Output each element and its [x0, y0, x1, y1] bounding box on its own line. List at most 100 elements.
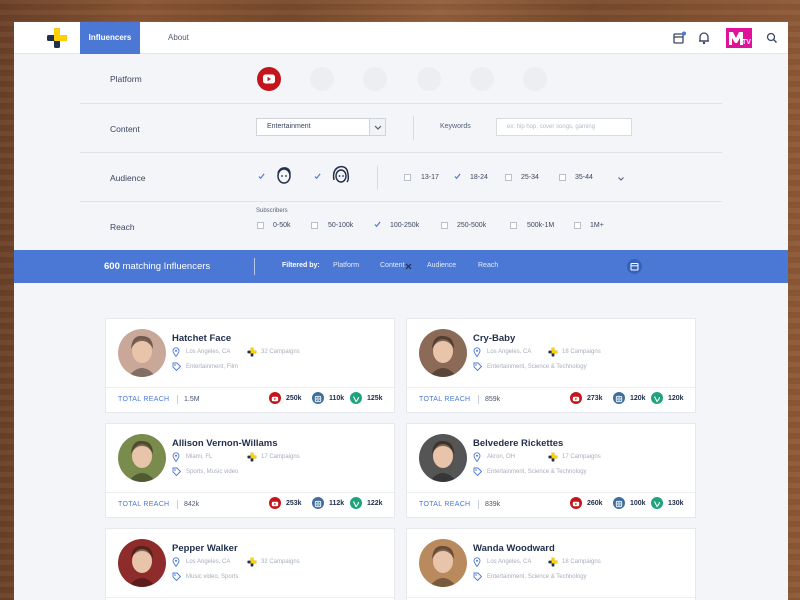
close-icon[interactable]: [405, 263, 412, 270]
youtube-reach: 253k: [286, 500, 302, 507]
campaigns-logo-icon: [548, 452, 558, 462]
reach-100-250k-label: 100-250k: [390, 222, 420, 229]
divider: [177, 395, 178, 404]
app-window: Influencers About TV Platform Content En…: [14, 22, 788, 600]
influencer-name[interactable]: Pepper Walker: [172, 543, 238, 554]
influencer-name[interactable]: Allison Vernon-Willams: [172, 438, 278, 449]
search-icon[interactable]: [765, 31, 779, 45]
influencer-campaigns: 17 Campaigns: [261, 454, 300, 460]
location-pin-icon: [172, 347, 180, 357]
bell-icon[interactable]: [697, 31, 711, 45]
mtv-logo[interactable]: TV: [726, 28, 752, 48]
calendar-icon: [630, 263, 639, 271]
audience-label: Audience: [110, 173, 146, 183]
chevron-down-icon[interactable]: [617, 175, 625, 183]
instagram-icon: [613, 497, 625, 509]
influencer-location: Miami, FL: [186, 454, 213, 460]
filter-chip-reach[interactable]: Reach: [478, 262, 498, 269]
campaigns-logo-icon: [548, 557, 558, 567]
avatar: [419, 434, 467, 482]
results-count-suffix: matching Influencers: [122, 261, 211, 272]
tag-icon: [172, 467, 181, 476]
influencer-campaigns: 18 Campaigns: [562, 559, 601, 565]
female-face-icon[interactable]: [331, 164, 351, 186]
vine-icon: [350, 497, 362, 509]
reach-0-50k-label: 0-50k: [273, 222, 291, 229]
influencer-card[interactable]: Cry-Baby Los Angeles, CA 18 Campaigns En…: [406, 318, 696, 413]
calendar-button[interactable]: [627, 259, 642, 274]
influencer-name[interactable]: Cry-Baby: [473, 333, 515, 344]
reach-250-500k-label: 250-500k: [457, 222, 487, 229]
reach-1m-plus-checkbox[interactable]: [574, 222, 581, 229]
influencer-card[interactable]: Hatchet Face Los Angeles, CA 32 Campaign…: [105, 318, 395, 413]
instagram-platform-icon[interactable]: [417, 67, 441, 91]
card-divider: [106, 492, 394, 493]
reach-0-50k-checkbox[interactable]: [257, 222, 264, 229]
instagram-icon: [613, 392, 625, 404]
influencer-card[interactable]: Wanda Woodward Los Angeles, CA 18 Campai…: [406, 528, 696, 600]
location-pin-icon: [172, 557, 180, 567]
influencer-card[interactable]: Allison Vernon-Willams Miami, FL 17 Camp…: [105, 423, 395, 518]
age-18-24-checkbox[interactable]: [454, 173, 461, 180]
male-face-icon[interactable]: [275, 165, 293, 185]
vine-platform-icon[interactable]: [470, 67, 494, 91]
influencer-card[interactable]: Belvedere Rickettes Akron, OH 17 Campaig…: [406, 423, 696, 518]
age-25-34-checkbox[interactable]: [505, 174, 512, 181]
male-checkbox[interactable]: [258, 173, 265, 180]
twitter-platform-icon[interactable]: [363, 67, 387, 91]
location-pin-icon: [172, 452, 180, 462]
youtube-icon: [570, 497, 582, 509]
youtube-reach: 260k: [587, 500, 603, 507]
influencer-campaigns: 17 Campaigns: [562, 454, 601, 460]
influencer-location: Los Angeles, CA: [487, 349, 532, 355]
age-35-44-label: 35-44: [575, 174, 593, 181]
influencer-tags: Entertainment, Science & Technology: [487, 364, 587, 370]
calendar-icon[interactable]: [672, 31, 686, 45]
reach-500k-1m-label: 500k-1M: [527, 222, 555, 229]
avatar: [118, 539, 166, 587]
reach-500k-1m-checkbox[interactable]: [510, 222, 517, 229]
vine-icon: [651, 392, 663, 404]
keywords-input[interactable]: ex: hip hop, cover songs, gaming: [496, 118, 632, 136]
card-divider: [407, 492, 695, 493]
influencer-card[interactable]: Pepper Walker Los Angeles, CA 32 Campaig…: [105, 528, 395, 600]
tag-icon: [172, 362, 181, 371]
content-filter-row: Content Entertainment Keywords ex: hip h…: [80, 104, 722, 153]
age-35-44-checkbox[interactable]: [559, 174, 566, 181]
filter-chip-platform[interactable]: Platform: [333, 262, 359, 269]
tab-influencers[interactable]: Influencers: [80, 22, 140, 54]
results-count-number: 600: [104, 261, 120, 272]
campaigns-logo-icon: [247, 347, 257, 357]
location-pin-icon: [473, 557, 481, 567]
reach-50-100k-label: 50-100k: [328, 222, 354, 229]
total-reach-value: 1.5M: [184, 396, 200, 403]
age-13-17-checkbox[interactable]: [404, 174, 411, 181]
card-divider: [407, 387, 695, 388]
reach-100-250k-checkbox[interactable]: [374, 221, 381, 228]
female-checkbox[interactable]: [314, 173, 321, 180]
influencer-location: Los Angeles, CA: [186, 559, 231, 565]
results-count: 600 matching Influencers: [104, 261, 210, 272]
youtube-icon: [269, 392, 281, 404]
divider: [478, 500, 479, 509]
top-nav: Influencers About TV: [14, 22, 788, 54]
filter-chip-audience[interactable]: Audience: [427, 262, 456, 269]
tumblr-platform-icon[interactable]: [523, 67, 547, 91]
content-select[interactable]: Entertainment: [256, 118, 386, 136]
reach-50-100k-checkbox[interactable]: [311, 222, 318, 229]
influencer-name[interactable]: Wanda Woodward: [473, 543, 555, 554]
reach-250-500k-checkbox[interactable]: [441, 222, 448, 229]
filter-chip-content[interactable]: Content: [380, 262, 406, 269]
reach-label: Reach: [110, 222, 135, 232]
avatar: [118, 329, 166, 377]
influencer-tags: Entertainment, Science & Technology: [487, 574, 587, 580]
facebook-platform-icon[interactable]: [310, 67, 334, 91]
influencer-name[interactable]: Hatchet Face: [172, 333, 231, 344]
brand-logo-icon[interactable]: [46, 27, 68, 49]
tab-about[interactable]: About: [158, 22, 199, 54]
campaigns-logo-icon: [548, 347, 558, 357]
youtube-platform-icon[interactable]: [257, 67, 281, 91]
vine-icon: [350, 392, 362, 404]
divider: [377, 166, 378, 190]
influencer-name[interactable]: Belvedere Rickettes: [473, 438, 563, 449]
